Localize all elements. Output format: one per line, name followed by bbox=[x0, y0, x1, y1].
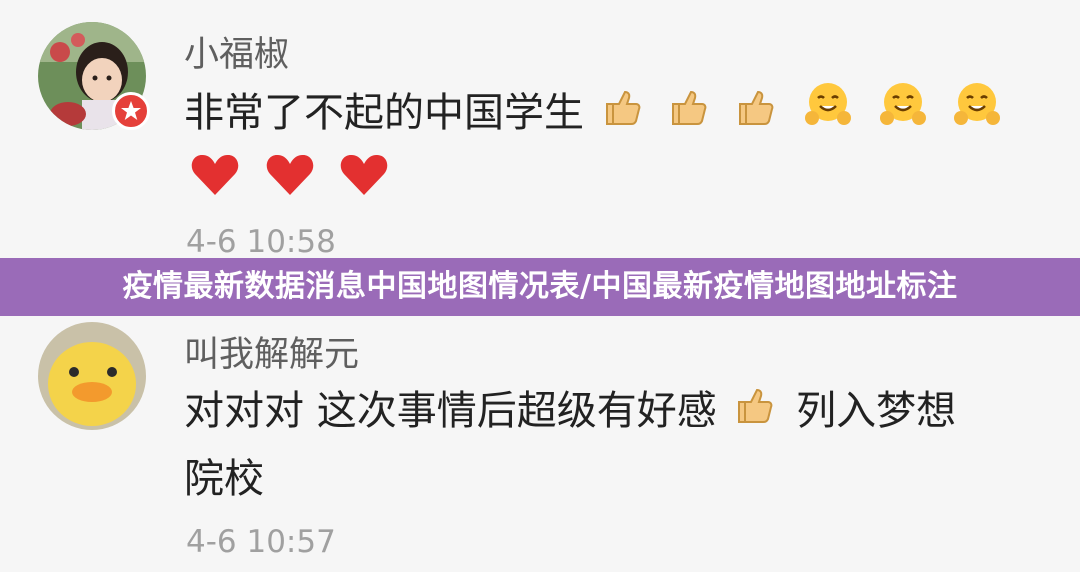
red-heart-icon bbox=[190, 152, 240, 218]
comment-text: 非常了不起的中国学生 bbox=[184, 80, 1044, 218]
avatar[interactable] bbox=[38, 322, 146, 430]
thumbs-up-icon bbox=[669, 82, 711, 148]
red-heart-icon bbox=[339, 152, 389, 218]
hugging-face-icon bbox=[878, 80, 928, 150]
verified-badge-icon bbox=[112, 92, 150, 130]
thumbs-up-icon bbox=[603, 82, 645, 148]
title-banner: 疫情最新数据消息中国地图情况表/中国最新疫情地图地址标注 bbox=[0, 258, 1080, 316]
avatar-duck-icon bbox=[38, 322, 146, 430]
comment-text-line: 非常了不起的中国学生 bbox=[184, 90, 584, 136]
comment-item: 小福椒 非常了不起的中国学生 4-6 10:58 bbox=[0, 0, 1080, 260]
hugging-face-icon bbox=[952, 80, 1002, 150]
comment-text: 对对对 这次事情后超级有好感 列入梦想 院校 bbox=[184, 378, 1044, 512]
comment-text-line: 对对对 这次事情后超级有好感 bbox=[184, 388, 717, 434]
comment-timestamp: 4-6 10:57 bbox=[186, 524, 336, 560]
thumbs-up-icon bbox=[735, 380, 777, 446]
thumbs-up-icon bbox=[736, 82, 778, 148]
username[interactable]: 小福椒 bbox=[184, 26, 289, 77]
comment-timestamp: 4-6 10:58 bbox=[186, 224, 336, 260]
comment-text-line: 列入梦想 bbox=[796, 388, 957, 434]
username[interactable]: 叫我解解元 bbox=[184, 326, 359, 377]
hugging-face-icon bbox=[803, 80, 853, 150]
comment-text-line: 院校 bbox=[184, 456, 264, 502]
red-heart-icon bbox=[265, 152, 315, 218]
